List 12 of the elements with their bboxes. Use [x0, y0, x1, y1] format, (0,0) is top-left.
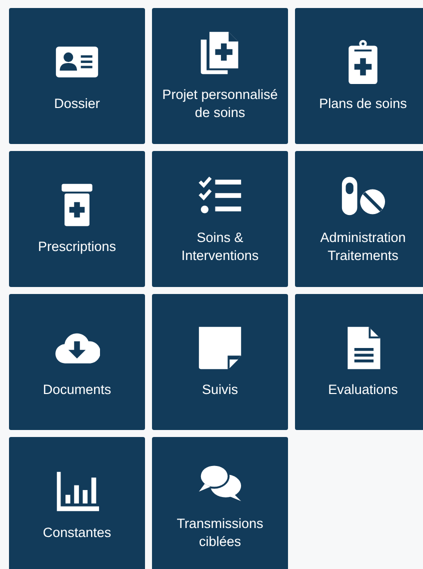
menu-tile[interactable]: Documents [9, 294, 145, 430]
sticky-note-icon [197, 325, 243, 372]
menu-tile[interactable]: Projet personnalisé de soins [152, 8, 288, 144]
menu-tile[interactable]: Dossier [9, 8, 145, 144]
menu-tile[interactable]: Administration Traitements [295, 151, 423, 287]
menu-tile[interactable]: Transmissions ciblées [152, 437, 288, 569]
menu-tile[interactable]: Plans de soins [295, 8, 423, 144]
menu-tile[interactable]: Soins & Interventions [152, 151, 288, 287]
menu-tile[interactable]: Evaluations [295, 294, 423, 430]
menu-tile[interactable]: Suivis [152, 294, 288, 430]
menu-tile[interactable]: Constantes [9, 437, 145, 569]
menu-tile[interactable]: Prescriptions [9, 151, 145, 287]
